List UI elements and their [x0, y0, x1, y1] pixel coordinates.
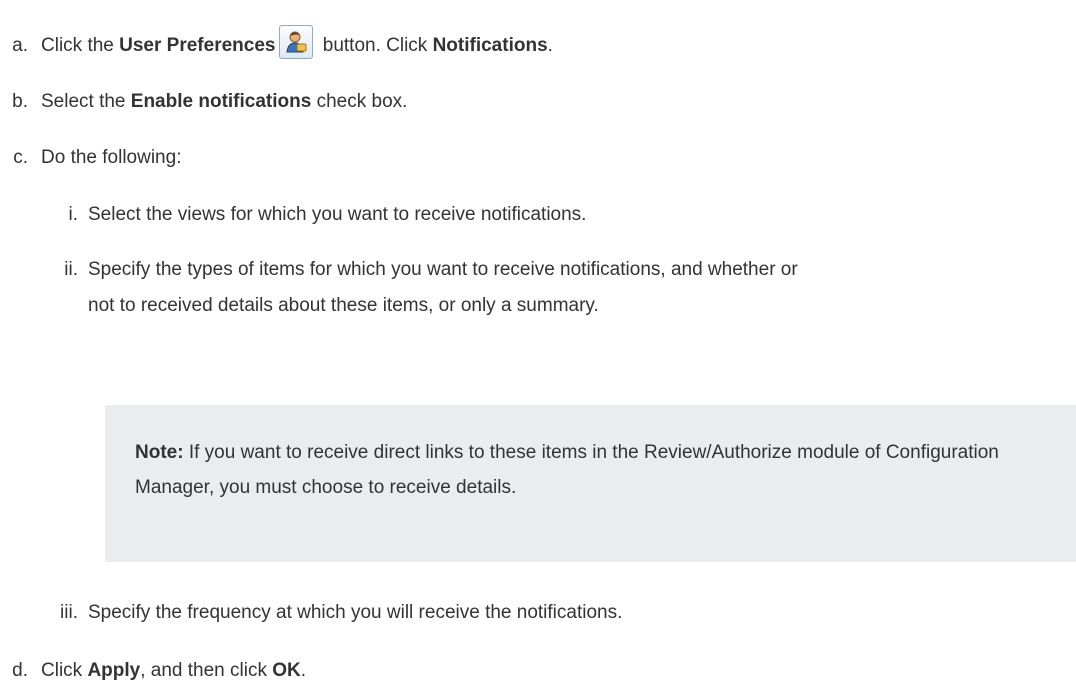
substep-i-text: Select the views for which you want to r…: [88, 204, 587, 225]
substep-ii-line1: Specify the types of items for which you…: [88, 259, 798, 280]
step-a-pre: Click the: [41, 35, 120, 56]
step-a-post2: .: [547, 35, 553, 56]
substep-i-marker: i.: [68, 204, 79, 225]
note-box: Note: If you want to receive direct link…: [105, 405, 1076, 562]
step-c-text: Do the following:: [41, 147, 182, 168]
step-d-post1: , and then click: [140, 660, 273, 681]
step-a-text: Click the User Preferences button. Click…: [41, 24, 553, 60]
note-text: Note: If you want to receive direct link…: [135, 435, 1055, 505]
step-c-marker: c.: [13, 147, 28, 168]
step-b-marker: b.: [12, 91, 28, 112]
step-a-bold-notifications: Notifications: [432, 35, 548, 56]
substep-ii-line2: not to received details about these item…: [88, 295, 599, 316]
step-b-post1: check box.: [311, 91, 408, 112]
user-preferences-icon: [286, 31, 307, 53]
step-d-pre: Click: [41, 660, 88, 681]
step-b-bold-enable-notifications: Enable notifications: [130, 91, 312, 112]
step-d-bold-ok: OK: [272, 660, 301, 681]
substep-iii-marker: iii.: [60, 602, 78, 623]
substep-iii-text: Specify the frequency at which you will …: [88, 602, 623, 623]
step-d-bold-apply: Apply: [87, 660, 141, 681]
user-preferences-button[interactable]: [279, 24, 314, 59]
step-a-post1: button. Click: [317, 35, 433, 56]
step-b-text: Select the Enable notifications check bo…: [41, 88, 407, 116]
step-d-post2: .: [300, 660, 307, 681]
note-body: If you want to receive direct links to t…: [135, 442, 999, 498]
step-b-pre: Select the: [41, 91, 131, 112]
note-label: Note:: [135, 442, 184, 463]
step-d-marker: d.: [12, 660, 28, 681]
step-a-bold-user-preferences: User Preferences: [119, 35, 276, 56]
substep-ii-marker: ii.: [64, 259, 78, 280]
step-a-marker: a.: [12, 35, 28, 56]
step-d-text: Click Apply, and then click OK.: [41, 657, 306, 685]
